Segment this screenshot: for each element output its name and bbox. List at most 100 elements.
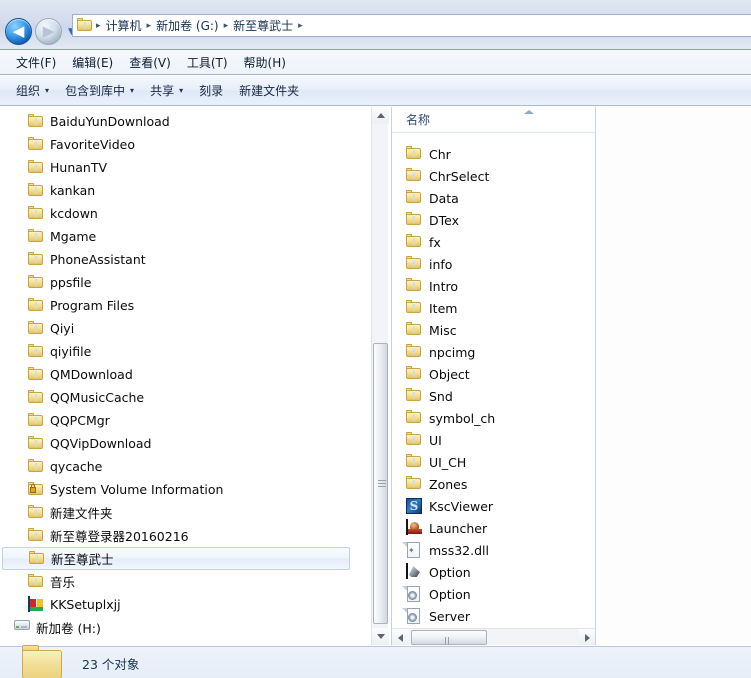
file-list-item[interactable]: Option: [392, 583, 578, 605]
folder-icon: [406, 146, 422, 162]
dll-file-icon: ✦: [402, 542, 422, 558]
file-list-item[interactable]: ✦ mss32.dll: [392, 539, 578, 561]
horizontal-scrollbar-thumb[interactable]: [411, 630, 487, 645]
scroll-left-button[interactable]: [392, 629, 409, 645]
menu-tools[interactable]: 工具(T): [179, 51, 236, 74]
sort-ascending-icon: [524, 110, 534, 114]
tree-item[interactable]: HunanTV: [0, 156, 352, 179]
menu-file[interactable]: 文件(F): [8, 51, 64, 74]
file-list-horizontal-scrollbar[interactable]: [392, 628, 595, 645]
folder-icon: [406, 212, 422, 228]
breadcrumb-item-computer[interactable]: 计算机: [102, 16, 146, 35]
file-list-item[interactable]: Launcher: [392, 517, 578, 539]
file-list-item-label: Snd: [429, 388, 453, 404]
tree-item[interactable]: QQMusicCache: [0, 386, 352, 409]
tree-item[interactable]: QQVipDownload: [0, 432, 352, 455]
file-list-item[interactable]: Snd: [392, 385, 578, 407]
tree-item[interactable]: Qiyi: [0, 317, 352, 340]
tree-item[interactable]: 新加卷 (H:): [0, 616, 352, 639]
tree-item-label: QMDownload: [50, 367, 133, 382]
tree-item[interactable]: ppsfile: [0, 271, 352, 294]
folder-icon: [406, 432, 422, 448]
folder-icon: [406, 344, 422, 360]
toolbar-share[interactable]: 共享 ▾: [142, 78, 191, 103]
file-list-item[interactable]: Zones: [392, 473, 578, 495]
menu-bar: 文件(F) 编辑(E) 查看(V) 工具(T) 帮助(H): [0, 50, 751, 75]
menu-edit[interactable]: 编辑(E): [64, 51, 121, 74]
back-button[interactable]: ◀: [5, 18, 32, 45]
tree-item[interactable]: System Volume Information: [0, 478, 352, 501]
tree-item[interactable]: qycache: [0, 455, 352, 478]
file-list-item-label: Chr: [429, 146, 451, 162]
file-list-item[interactable]: Object: [392, 363, 578, 385]
toolbar-burn[interactable]: 刻录: [191, 78, 231, 103]
file-list-item[interactable]: fx: [392, 231, 578, 253]
breadcrumb-item-drive-g[interactable]: 新加卷 (G:): [152, 16, 223, 35]
scrollbar-thumb[interactable]: [373, 343, 388, 624]
folder-icon: [28, 366, 44, 383]
tree-item-label: 新加卷 (H:): [36, 621, 101, 636]
file-list-item-label: Launcher: [429, 520, 488, 536]
file-list-item[interactable]: UI_CH: [392, 451, 578, 473]
navigation-pane-scrollbar[interactable]: [371, 107, 389, 645]
forward-arrow-icon: ▶: [42, 22, 55, 40]
scroll-right-button[interactable]: [579, 629, 595, 645]
file-list-item[interactable]: UI: [392, 429, 578, 451]
file-list-item[interactable]: Data: [392, 187, 578, 209]
tree-item[interactable]: BaiduYunDownload: [0, 110, 352, 133]
file-list-item[interactable]: Server: [392, 605, 578, 627]
breadcrumb-item-current-folder[interactable]: 新至尊武士: [229, 16, 297, 35]
file-list-item[interactable]: symbol_ch: [392, 407, 578, 429]
toolbar-item-label: 新建文件夹: [239, 84, 300, 98]
toolbar-new-folder[interactable]: 新建文件夹: [231, 78, 307, 103]
tree-item[interactable]: FavoriteVideo: [0, 133, 352, 156]
column-header-name[interactable]: 名称: [392, 107, 595, 133]
tree-item-selected[interactable]: 新至尊武士: [2, 547, 350, 570]
tree-item[interactable]: kankan: [0, 179, 352, 202]
file-list-item[interactable]: info: [392, 253, 578, 275]
folder-icon: [29, 550, 45, 567]
folder-icon: [28, 458, 44, 475]
file-list-item[interactable]: Item: [392, 297, 578, 319]
tree-item[interactable]: 新建文件夹: [0, 501, 352, 524]
tree-item[interactable]: qiyifile: [0, 340, 352, 363]
file-list-item-label: mss32.dll: [429, 542, 489, 558]
tree-item[interactable]: QQPCMgr: [0, 409, 352, 432]
tree-item[interactable]: 音乐: [0, 570, 352, 593]
tree-item[interactable]: Program Files: [0, 294, 352, 317]
tree-item[interactable]: KKSetuplxjj: [0, 593, 352, 616]
file-list-item[interactable]: Misc: [392, 319, 578, 341]
file-list-item[interactable]: Intro: [392, 275, 578, 297]
file-list-item-label: DTex: [429, 212, 460, 228]
scroll-up-button[interactable]: [372, 107, 389, 124]
tree-item[interactable]: 新至尊登录器20160216: [0, 524, 352, 547]
scroll-down-button[interactable]: [372, 628, 389, 645]
tree-item-label: qycache: [50, 459, 103, 474]
menu-view[interactable]: 查看(V): [121, 51, 179, 74]
tree-item[interactable]: QMDownload: [0, 363, 352, 386]
toolbar-include-in-library[interactable]: 包含到库中 ▾: [57, 78, 142, 103]
file-list-item[interactable]: npcimg: [392, 341, 578, 363]
file-list-item[interactable]: DTex: [392, 209, 578, 231]
file-list-item-label: ChrSelect: [429, 168, 490, 184]
triangle-up-icon: [376, 113, 385, 118]
tree-item-label: Program Files: [50, 298, 135, 313]
file-list-item[interactable]: ChrSelect: [392, 165, 578, 187]
tree-item-label: 新至尊登录器20160216: [50, 529, 189, 544]
menu-help[interactable]: 帮助(H): [236, 51, 294, 74]
command-toolbar: 组织 ▾ 包含到库中 ▾ 共享 ▾ 刻录 新建文件夹: [0, 76, 751, 106]
toolbar-organize[interactable]: 组织 ▾: [8, 78, 57, 103]
tree-item[interactable]: PhoneAssistant: [0, 248, 352, 271]
forward-button[interactable]: ▶: [35, 18, 62, 45]
breadcrumb-separator[interactable]: ▸: [297, 21, 304, 31]
tree-item-label: QQVipDownload: [50, 436, 152, 451]
file-list-item[interactable]: Option: [392, 561, 578, 583]
tree-item-label: HunanTV: [50, 160, 108, 175]
config-file-icon: [402, 608, 422, 624]
file-list-item[interactable]: Chr: [392, 143, 578, 165]
tree-item[interactable]: Mgame: [0, 225, 352, 248]
address-bar[interactable]: ▸ 计算机 ▸ 新加卷 (G:) ▸ 新至尊武士 ▸: [72, 14, 751, 37]
tree-item[interactable]: kcdown: [0, 202, 352, 225]
folder-icon: [406, 366, 422, 382]
file-list-item[interactable]: S KscViewer: [392, 495, 578, 517]
